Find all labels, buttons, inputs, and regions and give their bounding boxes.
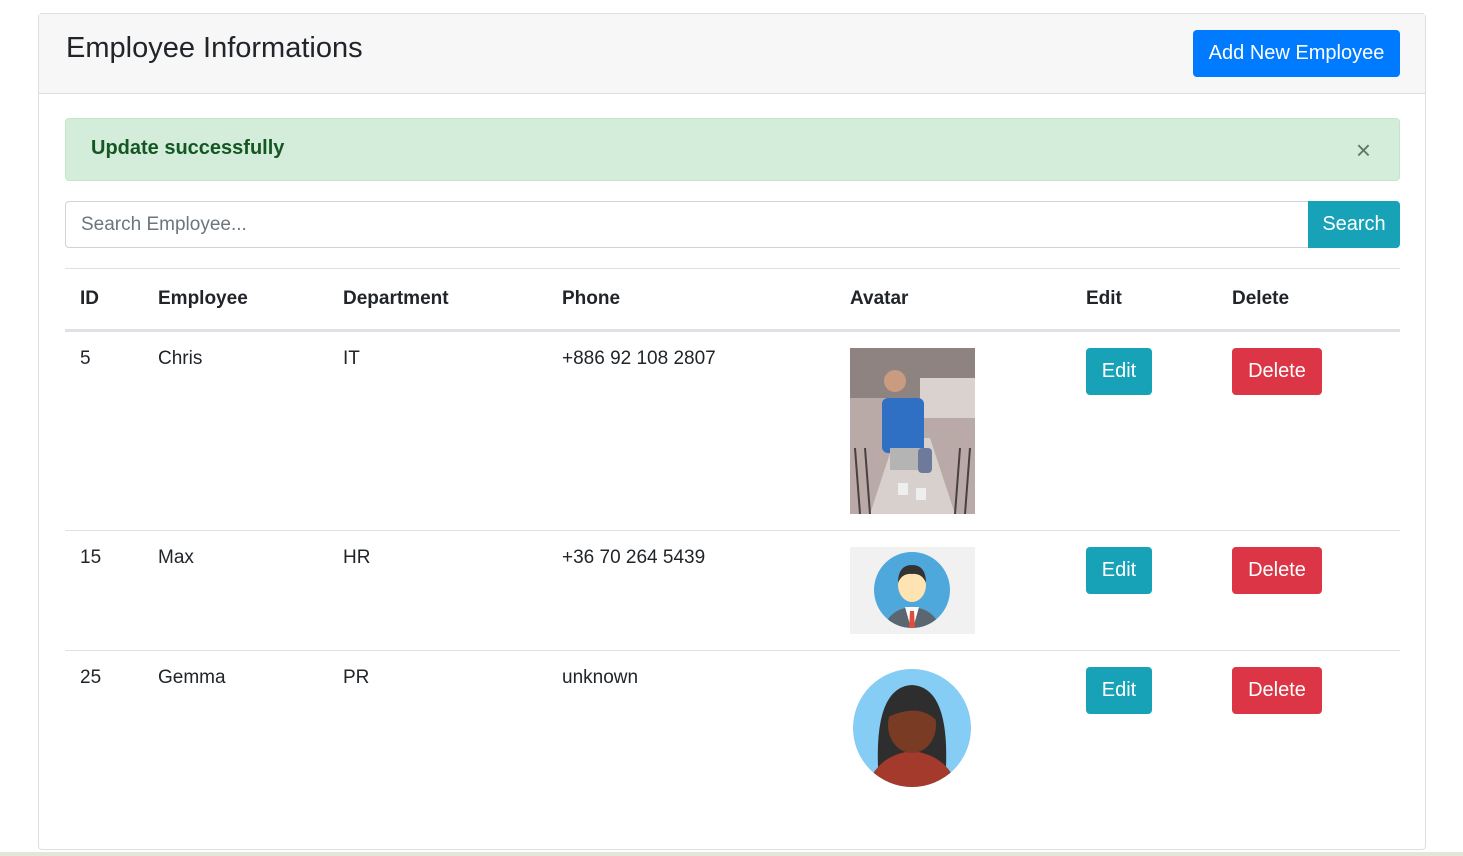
cell-id: 5	[65, 330, 143, 531]
cell-avatar	[835, 650, 1071, 805]
table-row: 25 Gemma PR unknown Edit Delete	[65, 650, 1400, 805]
table-row: 5 Chris IT +886 92 108 2807 Edit Delete	[65, 330, 1400, 531]
col-employee: Employee	[143, 268, 328, 332]
cell-edit: Edit	[1071, 530, 1217, 651]
col-edit: Edit	[1071, 268, 1217, 332]
cell-id: 25	[65, 650, 143, 805]
card-header: Employee Informations Add New Employee	[39, 14, 1425, 94]
success-alert: Update successfully ×	[65, 118, 1400, 181]
edit-button[interactable]: Edit	[1086, 667, 1152, 714]
cell-employee: Max	[143, 530, 328, 651]
delete-button[interactable]: Delete	[1232, 547, 1322, 594]
edit-button[interactable]: Edit	[1086, 348, 1152, 395]
search-button[interactable]: Search	[1308, 201, 1400, 248]
delete-button[interactable]: Delete	[1232, 667, 1322, 714]
cell-delete: Delete	[1217, 530, 1400, 651]
cell-edit: Edit	[1071, 330, 1217, 531]
avatar-photo	[850, 348, 975, 514]
page-title: Employee Informations	[66, 32, 363, 64]
male-avatar-icon	[850, 547, 975, 634]
cell-phone: +886 92 108 2807	[547, 330, 835, 531]
add-employee-button[interactable]: Add New Employee	[1193, 30, 1400, 77]
cell-delete: Delete	[1217, 650, 1400, 805]
cell-employee: Chris	[143, 330, 328, 531]
female-avatar-icon	[853, 669, 971, 787]
cell-phone: +36 70 264 5439	[547, 530, 835, 651]
cell-delete: Delete	[1217, 330, 1400, 531]
cell-department: IT	[328, 330, 547, 531]
col-delete: Delete	[1217, 268, 1400, 332]
cell-department: PR	[328, 650, 547, 805]
col-department: Department	[328, 268, 547, 332]
cell-employee: Gemma	[143, 650, 328, 805]
search-input[interactable]	[65, 201, 1308, 248]
edit-button[interactable]: Edit	[1086, 547, 1152, 594]
cell-edit: Edit	[1071, 650, 1217, 805]
table-row: 15 Max HR +36 70 264 5439 Edit Delete	[65, 530, 1400, 651]
col-id: ID	[65, 268, 143, 332]
cell-avatar	[835, 530, 1071, 651]
cell-department: HR	[328, 530, 547, 651]
search-bar: Search	[65, 201, 1400, 248]
cell-avatar	[835, 330, 1071, 531]
delete-button[interactable]: Delete	[1232, 348, 1322, 395]
cell-id: 15	[65, 530, 143, 651]
employee-table: ID Employee Department Phone Avatar Edit…	[65, 268, 1400, 805]
close-icon[interactable]: ×	[1356, 135, 1371, 166]
alert-message: Update successfully	[91, 137, 285, 159]
col-avatar: Avatar	[835, 268, 1071, 332]
bottom-strip	[0, 852, 1463, 856]
cell-phone: unknown	[547, 650, 835, 805]
col-phone: Phone	[547, 268, 835, 332]
employee-card: Employee Informations Add New Employee U…	[38, 13, 1426, 850]
